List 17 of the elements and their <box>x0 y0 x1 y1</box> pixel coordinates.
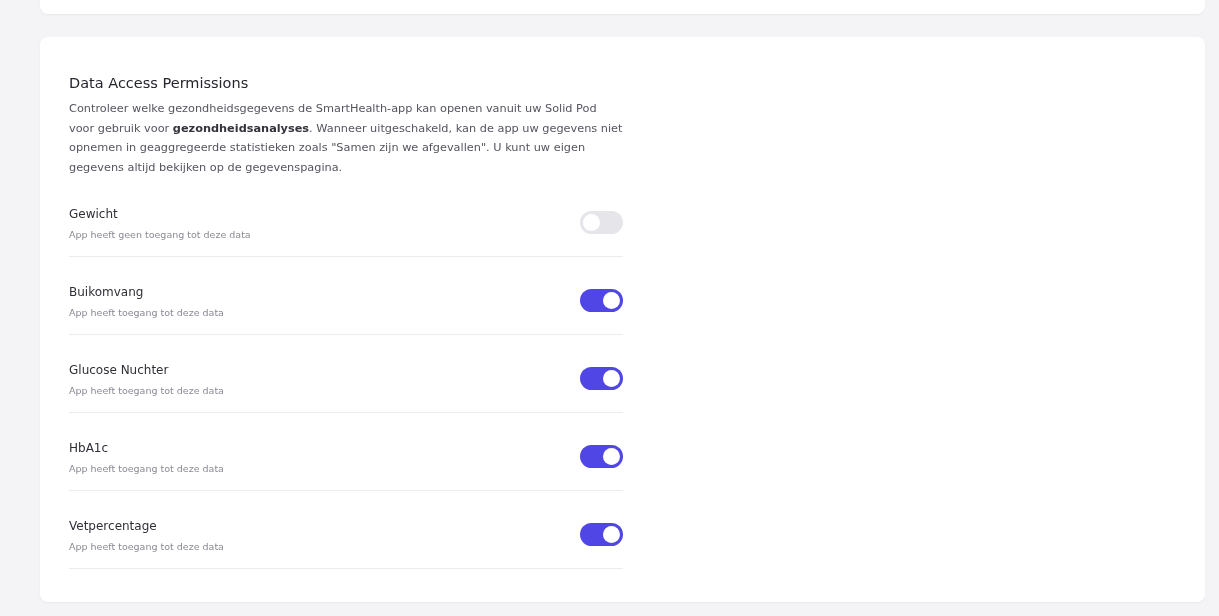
permission-status: App heeft toegang tot deze data <box>69 306 224 320</box>
permission-label: Gewicht <box>69 206 119 223</box>
section-title: Data Access Permissions <box>69 74 250 93</box>
permission-status: App heeft toegang tot deze data <box>69 540 224 554</box>
toggle-switch[interactable] <box>580 367 623 390</box>
toggle-switch[interactable] <box>580 445 623 468</box>
permission-status: App heeft toegang tot deze data <box>69 384 224 398</box>
permission-label: HbA1c <box>69 440 110 457</box>
toggle-switch[interactable] <box>580 211 623 234</box>
toggle-switch[interactable] <box>580 523 623 546</box>
permission-status: App heeft toegang tot deze data <box>69 462 224 476</box>
permission-label: Buikomvang <box>69 284 145 301</box>
toggle-switch[interactable] <box>580 289 623 312</box>
section-description: Controleer welke gezondheidsgegevens de SmartHealth-app kan openen vanuit uw Solid Pod voor gebruik voor gezondheidsanalyses. Wanneer uitgeschakeld, kan de app uw gegevens niet opnemen in geaggregeerde statistieken zoals "Samen zijn we afgevallen". U kunt uw eigen gegevens altijd bekijken op de gegevenspagina. <box>69 101 623 176</box>
permission-label: Vetpercentage <box>69 518 158 535</box>
permission-label: Glucose Nuchter <box>69 362 170 379</box>
permission-status: App heeft geen toegang tot deze data <box>69 228 251 242</box>
